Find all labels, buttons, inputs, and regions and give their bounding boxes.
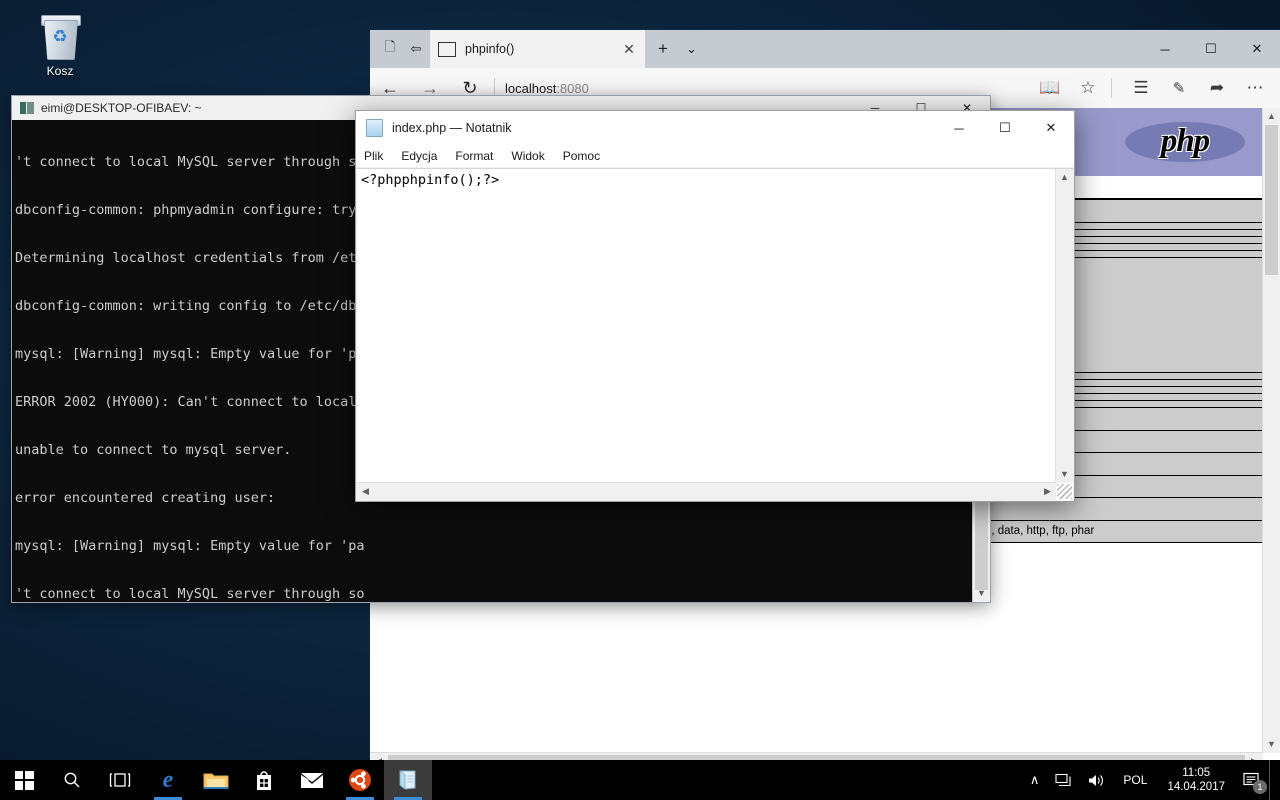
desktop-icon-recycle-bin[interactable]: ♻ Kosz [22, 12, 98, 78]
taskbar-notepad[interactable] [384, 760, 432, 800]
tray-language-indicator[interactable]: POL [1113, 773, 1157, 787]
notepad-icon [366, 119, 383, 137]
notification-badge: 1 [1253, 780, 1267, 794]
search-icon [63, 771, 81, 789]
toolbar-divider-2 [1111, 78, 1112, 98]
scroll-thumb[interactable] [1265, 125, 1278, 275]
restore-tabs-icon[interactable]: 🗋 [378, 38, 402, 60]
menu-item-format[interactable]: Format [455, 149, 493, 163]
notepad-text-content[interactable]: <?phpphpinfo();?> [361, 172, 1053, 188]
browser-maximize-button[interactable]: ☐ [1188, 30, 1234, 68]
browser-toolbar-right: 📖 ☆ ☰ ✎ ➦ ⋯ [1031, 78, 1280, 98]
scroll-down-icon[interactable]: ▼ [1263, 736, 1280, 753]
folder-icon [203, 770, 229, 790]
task-view-icon [109, 772, 131, 788]
php-logo-text: php [1125, 123, 1245, 160]
menu-item-edycja[interactable]: Edycja [401, 149, 437, 163]
terminal-scroll-down-icon[interactable]: ▼ [973, 585, 990, 602]
notepad-scroll-up-icon[interactable]: ▲ [1056, 169, 1073, 186]
notepad-minimize-button[interactable]: ─ [936, 111, 982, 145]
notepad-scroll-right-icon[interactable]: ▶ [1039, 486, 1056, 497]
notepad-horizontal-scrollbar[interactable]: ◀ ▶ [357, 482, 1056, 500]
toolbar-divider [494, 78, 495, 98]
ubuntu-terminal-icon [20, 102, 34, 114]
mail-envelope-icon [300, 772, 324, 789]
network-icon[interactable] [1047, 760, 1080, 800]
set-tabs-aside-icon[interactable]: ⇦ [404, 38, 428, 60]
address-bar[interactable]: localhost:8080 [505, 81, 1031, 96]
notepad-icon [396, 768, 420, 792]
tray-time: 11:05 [1167, 766, 1225, 780]
reading-view-icon[interactable]: 📖 [1031, 78, 1069, 98]
browser-window-controls: ─ ☐ ✕ [1142, 30, 1280, 68]
terminal-line: mysql: [Warning] mysql: Empty value for … [15, 538, 970, 554]
windows-logo-icon [15, 771, 34, 790]
terminal-line: 't connect to local MySQL server through… [15, 586, 970, 602]
share-icon[interactable]: ➦ [1198, 78, 1236, 98]
store-bag-icon [254, 769, 274, 791]
taskbar-edge[interactable]: e [144, 760, 192, 800]
taskbar-file-explorer[interactable] [192, 760, 240, 800]
new-tab-button[interactable]: + [658, 39, 668, 59]
tab-close-icon[interactable]: ✕ [621, 41, 637, 58]
notepad-title-bar[interactable]: index.php — Notatnik ─ ☐ ✕ [356, 111, 1074, 145]
address-port: :8080 [556, 81, 589, 96]
taskbar-store[interactable] [240, 760, 288, 800]
tray-clock[interactable]: 11:05 14.04.2017 [1157, 766, 1235, 794]
task-view-button[interactable] [96, 760, 144, 800]
address-host: localhost [505, 81, 556, 96]
notepad-close-button[interactable]: ✕ [1028, 111, 1074, 145]
taskbar: e ∧ POL 11:05 14.04.2017 1 [0, 760, 1280, 800]
notepad-title: index.php — Notatnik [392, 121, 512, 135]
desktop-icon-label: Kosz [22, 64, 98, 78]
chevron-down-icon[interactable]: ⌄ [686, 39, 697, 59]
favorites-star-icon[interactable]: ☆ [1069, 78, 1107, 98]
notepad-maximize-button[interactable]: ☐ [982, 111, 1028, 145]
notepad-scroll-left-icon[interactable]: ◀ [357, 486, 374, 497]
resize-grip[interactable] [1057, 484, 1072, 499]
web-note-icon[interactable]: ✎ [1160, 79, 1198, 97]
tab-phpinfo[interactable]: phpinfo() ✕ [430, 30, 645, 68]
terminal-title: eimi@DESKTOP-OFIBAEV: ~ [41, 101, 202, 115]
browser-tabstrip: 🗋 ⇦ phpinfo() ✕ + ⌄ ─ ☐ ✕ [370, 30, 1280, 68]
notepad-vertical-scrollbar[interactable]: ▲ ▼ [1055, 169, 1073, 483]
notepad-editor[interactable]: <?phpphpinfo();?> ▲ ▼ ◀ ▶ [357, 168, 1073, 500]
notification-center-button[interactable]: 1 [1235, 760, 1269, 800]
page-vertical-scrollbar[interactable]: ▲ ▼ [1262, 108, 1280, 753]
recycle-bin-icon: ♻ [38, 12, 82, 60]
show-desktop-button[interactable] [1269, 760, 1276, 800]
taskbar-mail[interactable] [288, 760, 336, 800]
browser-close-button[interactable]: ✕ [1234, 30, 1280, 68]
ubuntu-icon [348, 768, 372, 792]
hub-icon[interactable]: ☰ [1122, 78, 1160, 98]
menu-item-pomoc[interactable]: Pomoc [563, 149, 600, 163]
menu-item-plik[interactable]: Plik [364, 149, 383, 163]
notepad-window-controls: ─ ☐ ✕ [936, 111, 1074, 145]
taskbar-ubuntu[interactable] [336, 760, 384, 800]
tab-title: phpinfo() [465, 42, 621, 56]
browser-minimize-button[interactable]: ─ [1142, 30, 1188, 68]
edge-icon: e [163, 768, 174, 792]
scroll-up-icon[interactable]: ▲ [1263, 108, 1280, 125]
search-button[interactable] [48, 760, 96, 800]
menu-item-widok[interactable]: Widok [511, 149, 544, 163]
tray-chevron-up-icon[interactable]: ∧ [1022, 760, 1048, 800]
system-tray: ∧ POL 11:05 14.04.2017 1 [1022, 760, 1280, 800]
notepad-window: index.php — Notatnik ─ ☐ ✕ Plik Edycja F… [355, 110, 1075, 502]
notepad-scroll-down-icon[interactable]: ▼ [1056, 466, 1073, 483]
notepad-menu-bar: Plik Edycja Format Widok Pomoc [356, 145, 1074, 167]
php-logo-icon: php [1125, 114, 1245, 170]
more-icon[interactable]: ⋯ [1236, 78, 1274, 98]
speaker-icon[interactable] [1080, 760, 1113, 800]
tray-date: 14.04.2017 [1167, 780, 1225, 794]
start-button[interactable] [0, 760, 48, 800]
tab-favicon-icon [438, 42, 456, 57]
